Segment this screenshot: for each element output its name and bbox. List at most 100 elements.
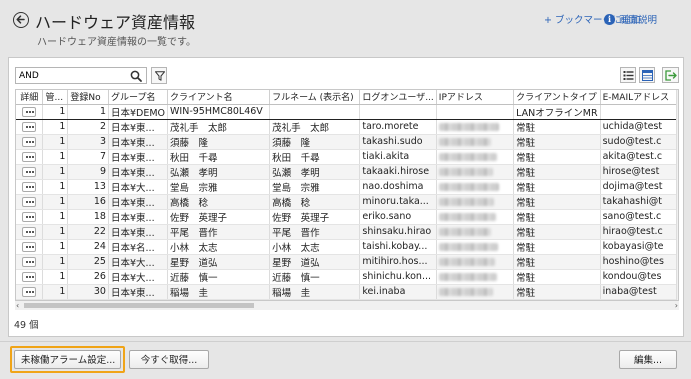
- cell-manage[interactable]: 1: [42, 224, 69, 240]
- cell-manage[interactable]: 1: [42, 134, 69, 150]
- cell-email[interactable]: kobayasi@te: [600, 239, 678, 255]
- cell-email[interactable]: dojima@test: [600, 179, 678, 195]
- cell-group[interactable]: 日本¥東...: [108, 209, 169, 225]
- column-header-fullname[interactable]: フルネーム (表示名): [269, 90, 361, 105]
- column-header-email[interactable]: E-MAILアドレス: [600, 90, 678, 105]
- cell-fullname[interactable]: [269, 103, 361, 120]
- cell-email[interactable]: sano@test.c: [600, 209, 678, 225]
- cell-logon-user[interactable]: nao.doshima: [359, 179, 437, 195]
- column-header-manage[interactable]: 管...: [42, 90, 69, 105]
- cell-reg-no[interactable]: 30: [67, 284, 109, 300]
- cell-fullname[interactable]: 稲場 圭: [269, 284, 361, 300]
- table-row[interactable]: 1 18 日本¥東... 佐野 英理子 佐野 英理子 eriko.sano 常駐 sano@t…: [16, 209, 678, 225]
- column-header-group[interactable]: グループ名: [108, 90, 169, 105]
- cell-logon-user[interactable]: minoru.taka...: [359, 194, 437, 210]
- table-row[interactable]: 1 16 日本¥東... 高橋 稔高橋 稔 minoru.taka... 常駐 takaha…: [16, 194, 678, 210]
- cell-reg-no[interactable]: 2: [67, 119, 109, 135]
- cell-logon-user[interactable]: taishi.kobay...: [359, 239, 437, 255]
- cell-manage[interactable]: 1: [42, 239, 69, 255]
- table-row[interactable]: 1 13 日本¥大... 堂島 宗雅 堂島 宗雅 nao.doshima 常駐 dojima@…: [16, 179, 678, 195]
- table-row[interactable]: 1 26 日本¥大... 近藤 慎一 近藤 慎一 shinichu.kon... 常駐 kon…: [16, 269, 678, 285]
- search-icon[interactable]: [130, 70, 142, 82]
- detail-button[interactable]: [22, 271, 37, 282]
- cell-group[interactable]: 日本¥東...: [108, 164, 169, 180]
- cell-client[interactable]: 佐野 英理子: [167, 209, 271, 225]
- detail-button[interactable]: [22, 136, 37, 147]
- cell-ip[interactable]: [436, 119, 515, 135]
- cell-group[interactable]: 日本¥東...: [108, 119, 169, 135]
- detail-button[interactable]: [22, 226, 37, 237]
- cell-email[interactable]: uchida@test: [600, 119, 678, 135]
- cell-email[interactable]: akita@test.c: [600, 149, 678, 165]
- cell-group[interactable]: 日本¥大...: [108, 254, 169, 270]
- cell-client-type[interactable]: 常駐: [513, 194, 601, 210]
- cell-logon-user[interactable]: shinichu.kon...: [359, 269, 437, 285]
- table-row[interactable]: 1 9 日本¥東... 弘瀬 孝明 弘瀬 孝明 takaaki.hirose 常駐 hiros…: [16, 164, 678, 180]
- cell-group[interactable]: 日本¥DEMO: [108, 103, 169, 120]
- cell-client[interactable]: WIN-95HMC80L46V: [167, 103, 271, 120]
- cell-manage[interactable]: 1: [42, 103, 69, 120]
- cell-ip[interactable]: [436, 149, 515, 165]
- table-row[interactable]: 1 1 日本¥DEMO WIN-95HMC80L46V LANオフラインMR: [16, 103, 678, 120]
- cell-reg-no[interactable]: 3: [67, 134, 109, 150]
- cell-ip[interactable]: [436, 209, 515, 225]
- cell-reg-no[interactable]: 13: [67, 179, 109, 195]
- cell-client[interactable]: 稲場 圭: [167, 284, 271, 300]
- column-header-client[interactable]: クライアント名: [167, 90, 271, 105]
- export-button[interactable]: [662, 67, 679, 83]
- cell-client-type[interactable]: 常駐: [513, 254, 601, 270]
- detail-button[interactable]: [22, 151, 37, 162]
- table-row[interactable]: 1 22 日本¥東... 平尾 晋作 平尾 晋作 shinsaku.hirao 常駐 hira…: [16, 224, 678, 240]
- cell-ip[interactable]: [436, 103, 515, 120]
- cell-client[interactable]: 平尾 晋作: [167, 224, 271, 240]
- table-row[interactable]: 1 2 日本¥東... 茂礼手 太郎 茂礼手 太郎 taro.morete 常駐 uchida…: [16, 119, 678, 135]
- cell-client[interactable]: 高橋 稔: [167, 194, 271, 210]
- cell-logon-user[interactable]: [359, 103, 437, 120]
- cell-group[interactable]: 日本¥東...: [108, 149, 169, 165]
- cell-client-type[interactable]: LANオフラインMR: [513, 103, 601, 120]
- detail-button[interactable]: [22, 256, 37, 267]
- detail-button[interactable]: [22, 121, 37, 132]
- cell-group[interactable]: 日本¥東...: [108, 134, 169, 150]
- cell-manage[interactable]: 1: [42, 164, 69, 180]
- list-view-button[interactable]: [620, 67, 636, 83]
- cell-fullname[interactable]: 佐野 英理子: [269, 209, 361, 225]
- vertical-scroll-thumb[interactable]: [678, 102, 679, 252]
- edit-button[interactable]: 編集...: [619, 350, 677, 369]
- cell-group[interactable]: 日本¥東...: [108, 284, 169, 300]
- cell-client-type[interactable]: 常駐: [513, 209, 601, 225]
- search-input[interactable]: [19, 69, 127, 82]
- cell-client[interactable]: 堂島 宗雅: [167, 179, 271, 195]
- cell-logon-user[interactable]: shinsaku.hirao: [359, 224, 437, 240]
- cell-fullname[interactable]: 秋田 千尋: [269, 149, 361, 165]
- cell-group[interactable]: 日本¥東...: [108, 224, 169, 240]
- cell-manage[interactable]: 1: [42, 149, 69, 165]
- cell-fullname[interactable]: 高橋 稔: [269, 194, 361, 210]
- table-row[interactable]: 1 24 日本¥名... 小林 太志 小林 太志 taishi.kobay... 常駐 kob…: [16, 239, 678, 255]
- cell-client[interactable]: 近藤 慎一: [167, 269, 271, 285]
- cell-email[interactable]: kondou@tes: [600, 269, 678, 285]
- detail-button[interactable]: [22, 241, 37, 252]
- cell-email[interactable]: [600, 103, 678, 120]
- cell-manage[interactable]: 1: [42, 194, 69, 210]
- cell-client[interactable]: 茂礼手 太郎: [167, 119, 271, 135]
- cell-client[interactable]: 星野 道弘: [167, 254, 271, 270]
- cell-reg-no[interactable]: 22: [67, 224, 109, 240]
- scroll-left-icon[interactable]: ‹: [16, 301, 19, 310]
- fetch-now-button[interactable]: 今すぐ取得...: [129, 350, 209, 369]
- cell-logon-user[interactable]: takaaki.hirose: [359, 164, 437, 180]
- cell-reg-no[interactable]: 18: [67, 209, 109, 225]
- cell-group[interactable]: 日本¥大...: [108, 179, 169, 195]
- detail-button[interactable]: [22, 106, 37, 117]
- cell-fullname[interactable]: 須藤 隆: [269, 134, 361, 150]
- cell-ip[interactable]: [436, 134, 515, 150]
- vertical-scrollbar[interactable]: [676, 90, 679, 300]
- cell-ip[interactable]: [436, 194, 515, 210]
- scroll-right-icon[interactable]: ›: [675, 301, 678, 310]
- cell-fullname[interactable]: 平尾 晋作: [269, 224, 361, 240]
- table-row[interactable]: 1 30 日本¥東... 稲場 圭稲場 圭 kei.inaba 常駐 inaba@test: [16, 284, 678, 300]
- cell-email[interactable]: hoshino@tes: [600, 254, 678, 270]
- cell-manage[interactable]: 1: [42, 269, 69, 285]
- cell-client[interactable]: 秋田 千尋: [167, 149, 271, 165]
- cell-email[interactable]: hirao@test.c: [600, 224, 678, 240]
